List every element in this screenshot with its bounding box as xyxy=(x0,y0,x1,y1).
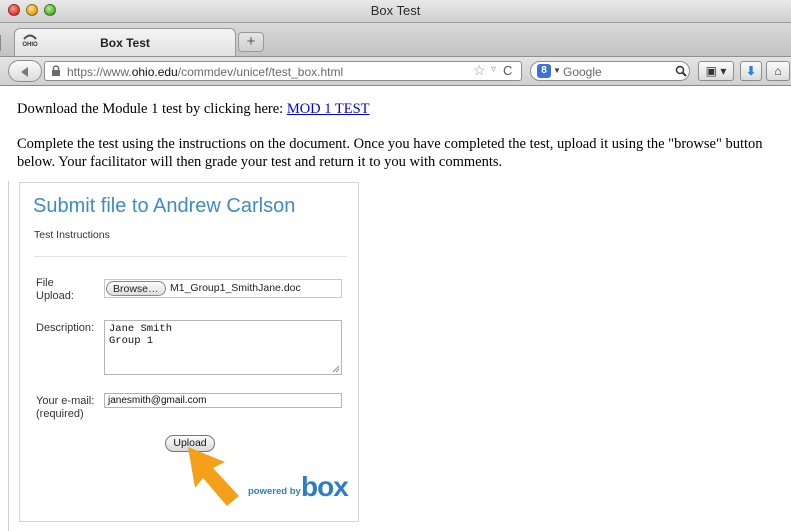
email-field[interactable]: janesmith@gmail.com xyxy=(104,393,342,408)
tab-title: Box Test xyxy=(100,36,150,50)
home-icon: ⌂ xyxy=(774,64,782,78)
powered-by-text: powered by xyxy=(248,486,301,497)
home-button[interactable]: ⌂ xyxy=(766,61,790,81)
instructions-paragraph: Complete the test using the instructions… xyxy=(17,136,763,170)
download-arrow-icon: ⬇ xyxy=(745,64,757,78)
tab-strip-edge xyxy=(0,35,5,51)
box-logo: box xyxy=(301,471,349,502)
url-history-dropdown-icon[interactable]: ▿ xyxy=(491,64,496,75)
browse-button[interactable]: Browse… xyxy=(106,281,166,296)
url-text: https://www.ohio.edu/commdev/unicef/test… xyxy=(67,65,343,79)
lock-icon xyxy=(52,65,60,76)
mod1-test-link[interactable]: MOD 1 TEST xyxy=(287,101,370,117)
url-prefix: https://www. xyxy=(67,65,132,79)
search-bar[interactable]: 8 ▼ Google xyxy=(530,61,690,81)
page-content: Download the Module 1 test by clicking h… xyxy=(0,86,791,531)
selected-file-name: M1_Group1_SmithJane.doc xyxy=(170,282,301,294)
test-instructions-link[interactable]: Test Instructions xyxy=(34,229,110,241)
widget-title: Submit file to Andrew Carlson xyxy=(33,195,296,217)
file-upload-input[interactable]: Browse… M1_Group1_SmithJane.doc xyxy=(104,279,342,298)
description-textarea[interactable]: Jane Smith Group 1 xyxy=(104,320,342,375)
url-domain: ohio.edu xyxy=(131,65,178,79)
tab-strip: OHIO Box Test + xyxy=(0,23,791,57)
search-engine-dropdown-icon[interactable]: ▼ xyxy=(553,66,561,75)
window-title: Box Test xyxy=(370,3,421,18)
frame-edge xyxy=(8,181,9,531)
email-label: Your e-mail: (required) xyxy=(36,395,95,420)
download-text: Download the Module 1 test by clicking h… xyxy=(17,101,287,117)
url-bar[interactable]: https://www.ohio.edu/commdev/unicef/test… xyxy=(44,61,522,81)
search-icon xyxy=(675,65,687,77)
downloads-button[interactable]: ⬇ xyxy=(740,61,762,81)
bookmark-star-icon[interactable]: ☆ xyxy=(473,62,486,79)
navigation-toolbar: https://www.ohio.edu/commdev/unicef/test… xyxy=(0,57,791,86)
google-search-engine-icon[interactable]: 8 xyxy=(537,64,551,78)
bookmarks-icon: ▣ ▾ xyxy=(705,64,727,78)
back-arrow-icon xyxy=(21,67,28,77)
url-path: /commdev/unicef/test_box.html xyxy=(177,65,344,79)
window-titlebar: Box Test xyxy=(0,0,791,23)
bookmarks-menu-button[interactable]: ▣ ▾ xyxy=(698,61,734,81)
back-button[interactable] xyxy=(8,60,42,82)
resize-handle-icon[interactable] xyxy=(332,365,340,373)
new-tab-button[interactable]: + xyxy=(238,32,264,52)
file-upload-label: File Upload: xyxy=(36,277,74,302)
orange-pointer-arrow-icon xyxy=(188,447,239,506)
search-placeholder: Google xyxy=(563,65,602,79)
download-line: Download the Module 1 test by clicking h… xyxy=(17,101,370,118)
tab-box-test[interactable]: OHIO Box Test xyxy=(14,28,236,56)
divider xyxy=(34,256,347,257)
reload-icon[interactable]: C xyxy=(503,63,512,78)
description-label: Description: xyxy=(36,322,95,334)
